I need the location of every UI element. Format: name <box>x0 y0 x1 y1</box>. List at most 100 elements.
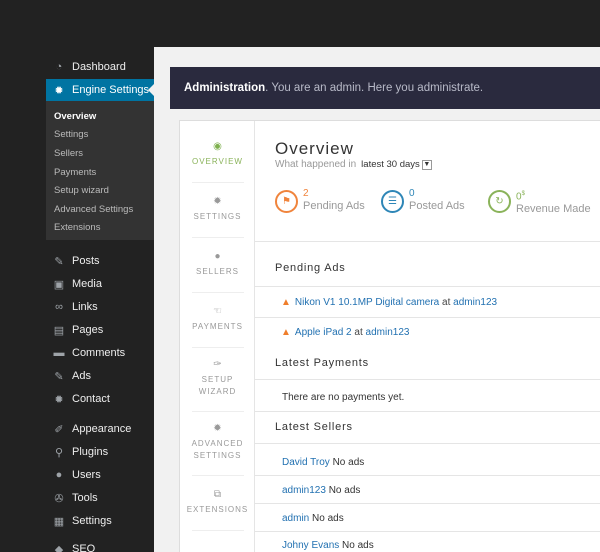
sidebar-item-label: Contact <box>72 393 110 405</box>
submenu-settings[interactable]: Settings <box>54 129 88 140</box>
payments-empty: There are no payments yet. <box>282 392 405 403</box>
sidebar-item-posts[interactable]: ✎ Posts <box>46 250 154 272</box>
tab-extensions[interactable]: ⧉ EXTENSIONS <box>180 475 255 530</box>
list-item: David Troy No ads <box>282 457 364 468</box>
gear-icon: ✹ <box>213 196 222 207</box>
warning-icon: ▲ <box>281 327 291 338</box>
sidebar-item-pages[interactable]: ▤ Pages <box>46 319 154 341</box>
user-icon: ● <box>55 469 63 481</box>
sidebar-item-settings[interactable]: ▦ Settings <box>46 510 154 532</box>
flag-icon: ⚑ <box>275 190 298 213</box>
tab-advanced-settings[interactable]: ✹ ADVANCED SETTINGS <box>180 411 255 473</box>
stat-revenue: ↻ 0$ Revenue Made <box>488 190 591 216</box>
pin-icon: ✎ <box>54 370 64 383</box>
seller-link[interactable]: admin123 <box>282 485 326 496</box>
divider <box>255 443 600 444</box>
sidebar-item-label: Appearance <box>72 423 132 435</box>
tab-payments[interactable]: ☜ PAYMENTS <box>180 292 255 347</box>
list-item: admin No ads <box>282 513 344 524</box>
divider <box>255 531 600 532</box>
submenu-advanced-settings[interactable]: Advanced Settings <box>54 204 133 215</box>
engine-settings-submenu: Overview Settings Sellers Payments Setup… <box>46 101 154 240</box>
dashboard-icon: ◔ <box>55 61 63 73</box>
tab-overview[interactable]: ◉ OVERVIEW <box>180 127 255 182</box>
divider <box>255 286 600 287</box>
sidebar-item-users[interactable]: ● Users <box>46 464 154 486</box>
gear-icon: ✹ <box>54 84 64 97</box>
sidebar-item-comments[interactable]: ▬ Comments <box>46 342 154 364</box>
pages-icon: ▤ <box>53 324 65 337</box>
at-label: at <box>354 327 363 338</box>
seller-link[interactable]: admin <box>282 513 309 524</box>
gear-icon: ✹ <box>213 422 222 434</box>
sidebar-item-engine-settings[interactable]: ✹ Engine Settings <box>46 79 154 101</box>
tab-label: SELLERS <box>195 267 240 276</box>
stat-value: 0$ <box>516 188 591 203</box>
seller-link[interactable]: Johny Evans <box>282 540 339 551</box>
seller-link[interactable]: David Troy <box>282 457 330 468</box>
sidebar-item-dashboard[interactable]: ◔ Dashboard <box>46 56 154 78</box>
admin-notice-title: Administration <box>184 82 266 94</box>
at-label: at <box>442 297 451 308</box>
admin-notice-text: . You are an admin. Here you administrat… <box>265 82 484 94</box>
ad-title-link[interactable]: Apple iPad 2 <box>295 327 352 338</box>
tab-sellers[interactable]: ● SELLERS <box>180 237 255 292</box>
sidebar-item-links[interactable]: ∞ Links <box>46 296 154 318</box>
sidebar-item-label: Posts <box>72 255 100 267</box>
divider <box>255 503 600 504</box>
period-label: What happened in <box>275 159 357 170</box>
extensions-icon: ⧉ <box>213 489 222 500</box>
ad-user-link[interactable]: admin123 <box>366 327 410 338</box>
submenu-payments[interactable]: Payments <box>54 167 96 178</box>
list-item: ▲ Apple iPad 2 at admin123 <box>281 327 409 338</box>
tab-label: SETTINGS <box>193 212 242 221</box>
stat-label: Posted Ads <box>409 200 465 212</box>
comment-icon: ▬ <box>53 347 65 359</box>
tab-settings[interactable]: ✹ SETTINGS <box>180 182 255 237</box>
sidebar-item-label: Users <box>72 469 101 481</box>
seller-ads: No ads <box>342 540 374 551</box>
overview-main: Overview What happened in latest 30 days… <box>255 121 600 552</box>
pin-icon: ✎ <box>54 255 64 268</box>
period-select[interactable]: latest 30 days ▼ <box>361 159 432 170</box>
link-icon: ∞ <box>55 301 63 313</box>
sidebar-item-label: SEO <box>72 543 96 552</box>
stat-value: 2 <box>303 188 309 199</box>
tab-divider <box>192 530 244 531</box>
sidebar-item-label: Pages <box>72 324 104 336</box>
sidebar-item-media[interactable]: ▣ Media <box>46 273 154 295</box>
tab-label: OVERVIEW <box>192 157 243 166</box>
sidebar-item-label: Settings <box>72 515 112 527</box>
refresh-icon: ↻ <box>488 190 511 213</box>
sidebar-item-label: Comments <box>72 347 126 359</box>
sidebar-item-seo[interactable]: ◆ SEO <box>46 538 154 552</box>
list-item: admin123 No ads <box>282 485 360 496</box>
sidebar-item-ads[interactable]: ✎ Ads <box>46 365 154 387</box>
overview-subtitle: What happened in latest 30 days ▼ <box>275 159 432 170</box>
ad-title-link[interactable]: Nikon V1 10.1MP Digital camera <box>295 297 439 308</box>
seller-ads: No ads <box>332 457 365 468</box>
ad-user-link[interactable]: admin123 <box>453 297 497 308</box>
submenu-sellers[interactable]: Sellers <box>54 148 83 159</box>
divider <box>255 317 600 318</box>
tab-setup-wizard[interactable]: ✑ SETUP WIZARD <box>180 347 255 409</box>
tab-label: PAYMENTS <box>192 322 243 331</box>
sidebar-item-label: Ads <box>72 370 91 382</box>
sidebar-item-label: Dashboard <box>72 61 126 73</box>
sidebar-item-label: Engine Settings <box>72 84 150 96</box>
submenu-overview[interactable]: Overview <box>54 111 96 122</box>
tab-label: EXTENSIONS <box>186 505 249 514</box>
sidebar-item-plugins[interactable]: ⚲ Plugins <box>46 441 154 463</box>
divider <box>255 241 600 242</box>
sidebar-item-label: Tools <box>72 492 98 504</box>
sidebar-item-contact[interactable]: ✹ Contact <box>46 388 154 410</box>
submenu-extensions[interactable]: Extensions <box>54 222 100 233</box>
sidebar-item-tools[interactable]: ✇ Tools <box>46 487 154 509</box>
tab-label: ADVANCED SETTINGS <box>191 438 244 460</box>
submenu-setup-wizard[interactable]: Setup wizard <box>54 185 109 196</box>
divider <box>255 411 600 412</box>
sidebar-item-label: Plugins <box>72 446 109 458</box>
stat-label: Pending Ads <box>303 200 365 212</box>
pending-ads-title: Pending Ads <box>275 262 346 274</box>
sidebar-item-appearance[interactable]: ✐ Appearance <box>46 418 154 440</box>
